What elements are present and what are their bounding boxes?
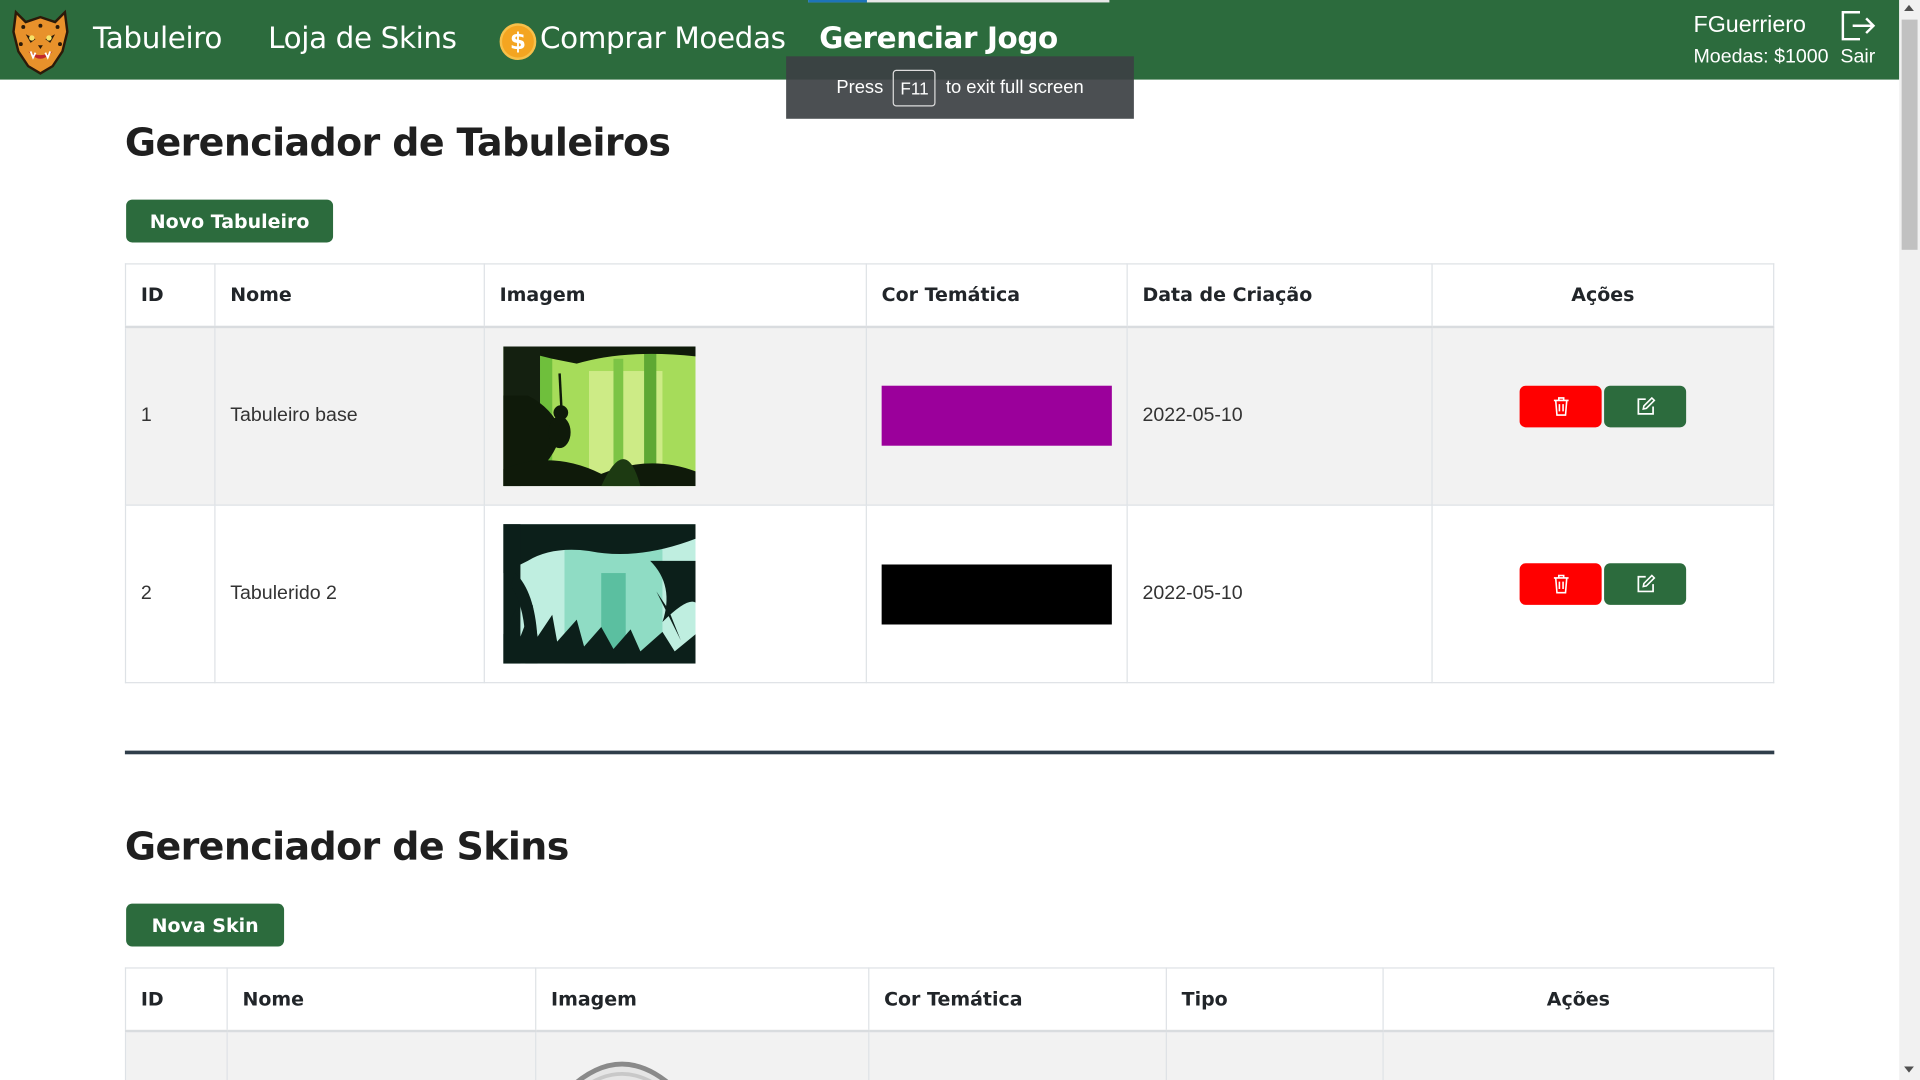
table-row xyxy=(124,1029,1775,1080)
row-name xyxy=(226,1029,537,1080)
table-row: 2 Tabulerido 2 2022-05-10 xyxy=(124,504,1775,684)
table-row: 1 Tabuleiro base 2022-05-10 xyxy=(124,325,1775,506)
board-image xyxy=(503,346,696,486)
col-nome: Nome xyxy=(226,967,537,1032)
col-cor: Cor Temática xyxy=(865,263,1128,328)
toast-rest: to exit full screen xyxy=(945,77,1084,98)
col-acoes: Ações xyxy=(1431,263,1775,328)
user-name: FGuerriero xyxy=(1693,12,1806,38)
col-acoes: Ações xyxy=(1382,967,1775,1032)
new-board-button[interactable]: Novo Tabuleiro xyxy=(126,199,334,243)
logout-link[interactable]: Sair xyxy=(1840,47,1875,69)
boards-table: ID Nome Imagem Cor Temática Data de Cria… xyxy=(124,263,1775,684)
col-imagem: Imagem xyxy=(535,967,870,1032)
section-divider xyxy=(124,750,1775,755)
row-color-cell xyxy=(868,1029,1167,1080)
scroll-thumb[interactable] xyxy=(1901,19,1918,250)
edit-button[interactable] xyxy=(1604,563,1687,605)
skins-title: Gerenciador de Skins xyxy=(124,825,569,870)
row-date: 2022-05-10 xyxy=(1126,504,1433,684)
row-color-cell xyxy=(865,325,1128,506)
trash-icon xyxy=(1553,396,1568,416)
jaguar-logo-icon[interactable] xyxy=(9,2,73,75)
skins-table: ID Nome Imagem Cor Temática Tipo Ações xyxy=(124,967,1775,1080)
nav-comprar-moedas[interactable]: Comprar Moedas xyxy=(540,21,786,55)
delete-button[interactable] xyxy=(1519,563,1602,605)
row-id: 1 xyxy=(124,325,216,506)
nav-loja-de-skins[interactable]: Loja de Skins xyxy=(268,21,457,55)
row-name: Tabulerido 2 xyxy=(214,504,485,684)
row-date: 2022-05-10 xyxy=(1126,325,1433,506)
toast-key: F11 xyxy=(893,69,937,106)
row-actions xyxy=(1382,1029,1775,1080)
row-id: 2 xyxy=(124,504,216,684)
trash-icon xyxy=(1553,574,1568,594)
fullscreen-toast: Press F11 to exit full screen xyxy=(786,56,1134,119)
coin-icon: $ xyxy=(499,23,537,61)
col-id: ID xyxy=(124,263,216,328)
row-actions xyxy=(1431,325,1775,506)
row-image-cell xyxy=(483,325,867,506)
skin-image xyxy=(574,1061,670,1080)
col-imagem: Imagem xyxy=(483,263,867,328)
delete-button[interactable] xyxy=(1519,385,1602,428)
scroll-down-icon[interactable] xyxy=(1904,1066,1914,1073)
row-image-cell xyxy=(535,1029,870,1080)
active-tab-indicator xyxy=(808,0,1110,3)
edit-icon xyxy=(1636,396,1655,415)
row-image-cell xyxy=(483,504,867,684)
scroll-up-icon[interactable] xyxy=(1904,4,1914,12)
col-nome: Nome xyxy=(214,263,485,328)
col-id: ID xyxy=(124,967,228,1032)
table-header-row: ID Nome Imagem Cor Temática Tipo Ações xyxy=(124,967,1775,1032)
row-name: Tabuleiro base xyxy=(214,325,485,506)
nav-gerenciar-jogo[interactable]: Gerenciar Jogo xyxy=(819,21,1058,55)
row-color-cell xyxy=(865,504,1128,684)
toast-press: Press xyxy=(836,77,884,98)
page-scrollbar[interactable] xyxy=(1899,0,1920,1080)
row-actions xyxy=(1431,504,1775,684)
nav-tabuleiro[interactable]: Tabuleiro xyxy=(93,21,222,55)
user-coins: Moedas: $1000 xyxy=(1693,46,1829,68)
col-tipo: Tipo xyxy=(1165,967,1384,1032)
row-id xyxy=(124,1029,228,1080)
edit-icon xyxy=(1636,574,1655,593)
col-data: Data de Criação xyxy=(1126,263,1433,328)
theme-color-swatch xyxy=(881,386,1112,447)
theme-color-swatch xyxy=(881,563,1112,624)
board-image xyxy=(503,524,696,664)
table-header-row: ID Nome Imagem Cor Temática Data de Cria… xyxy=(124,263,1775,328)
new-skin-button[interactable]: Nova Skin xyxy=(126,903,285,947)
row-type xyxy=(1165,1029,1384,1080)
edit-button[interactable] xyxy=(1604,385,1687,428)
boards-title: Gerenciador de Tabuleiros xyxy=(124,121,671,166)
logout-icon[interactable] xyxy=(1838,7,1877,44)
col-cor: Cor Temática xyxy=(868,967,1167,1032)
